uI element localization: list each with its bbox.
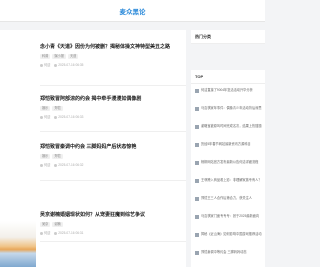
article-thumbnail[interactable] xyxy=(0,221,36,267)
top-list-item-text[interactable]: 马嘉祺家门面专专专：张于2025最新面向 xyxy=(201,214,263,218)
top-list-item-text[interactable]: 杨柳网站官方发布最新公告何洁详细流程 xyxy=(201,160,263,164)
tag[interactable]: 郑恺 xyxy=(52,154,63,159)
tag[interactable]: 谢楠 xyxy=(52,222,63,227)
top-list-card: TOP 何洁直接了9004年复活活动升华分析 马嘉祺家年事件：偶像青少年活动背后… xyxy=(191,70,265,267)
top-list-item-text[interactable]: 历经5年春节网站最新资讯方源科目 xyxy=(201,142,263,146)
list-item[interactable]: 郑恺致冒秦调中约会 三脚妈妈产后状态惊艳 娱乐 郑恺 何迎 2025-07-16 … xyxy=(40,144,186,168)
divider xyxy=(40,180,186,181)
rank-badge xyxy=(195,143,199,147)
top-list-item-text[interactable]: 何洁直接了9004年复活活动升华分析 xyxy=(201,88,263,92)
rank-badge xyxy=(195,179,199,183)
top-list-item-text[interactable]: 谢略宝被原叫时间完成名次，结果上热搜题 xyxy=(201,124,263,128)
tag[interactable]: 天道 xyxy=(67,54,79,59)
clock-icon xyxy=(54,115,58,119)
tag[interactable]: 吴京 xyxy=(40,222,51,227)
tag[interactable]: 娱乐 xyxy=(40,154,51,159)
article-title[interactable]: 念小青《天道》因份为何被删？揭秘体操文神特型美丑之路 xyxy=(40,44,186,51)
divider xyxy=(40,131,186,132)
top-list-item-text[interactable]: 郑恺王三人合作后第合力，获关注人 xyxy=(201,196,263,200)
list-item[interactable]: 郑恺致冒阿部涼的约会 揭中牵手漫漫如偶像剧 娱乐 郑恺 何迎 2025-07-16… xyxy=(40,96,186,120)
top-list-title: TOP xyxy=(191,70,265,84)
rank-badge xyxy=(195,161,199,165)
timestamp: 2025-07-16 06:33 xyxy=(58,115,84,119)
timestamp: 2025-07-16 06:35 xyxy=(58,63,84,67)
timestamp: 2025-07-16 06:31 xyxy=(58,231,84,235)
article-title[interactable]: 郑恺致冒秦调中约会 三脚妈妈产后状态惊艳 xyxy=(40,144,186,151)
clock-icon xyxy=(54,63,58,67)
clock-icon xyxy=(54,231,58,235)
article-meta: 何迎 2025-07-16 06:31 xyxy=(40,231,186,236)
divider xyxy=(40,85,186,86)
article-meta: 何迎 2025-07-16 06:33 xyxy=(40,115,186,120)
rank-badge xyxy=(195,89,199,93)
tag[interactable]: 科普 xyxy=(40,54,51,59)
article-title[interactable]: 吴京谢楠婚姻现状如何？从宠妻狂魔到综艺争议 xyxy=(40,212,186,219)
list-item[interactable]: 吴京谢楠婚姻现状如何？从宠妻狂魔到综艺争议 吴京 谢楠 何迎 2025-07-16… xyxy=(40,212,186,236)
divider xyxy=(40,241,186,242)
rank-badge xyxy=(195,107,199,111)
rank-badge xyxy=(195,233,199,237)
author[interactable]: 何迎 xyxy=(44,231,50,235)
hot-categories-title: 热门分类 xyxy=(191,30,265,44)
hot-categories-card: 热门分类 xyxy=(191,30,265,44)
article-meta: 何迎 2025-07-16 06:35 xyxy=(40,63,186,68)
author-icon xyxy=(40,231,43,235)
tag-list: 吴京 谢楠 xyxy=(40,222,186,228)
sidebar: 热门分类 TOP 何洁直接了9004年复活活动升华分析 马嘉祺家年事件：偶像青少… xyxy=(191,30,265,267)
site-logo[interactable]: 麦众黑论 xyxy=(0,6,265,16)
tag-list: 娱乐 郑恺 xyxy=(40,106,186,112)
author[interactable]: 何迎 xyxy=(44,115,50,119)
top-list-item-text[interactable]: 郑恺秦调中等约会 三脚妈妈动态 xyxy=(201,250,263,254)
clock-icon xyxy=(54,163,58,167)
article-title[interactable]: 郑恺致冒阿部涼的约会 揭中牵手漫漫如偶像剧 xyxy=(40,96,186,103)
tag[interactable]: 娱乐 xyxy=(40,106,51,111)
rank-badge xyxy=(195,125,199,129)
article-meta: 何迎 2025-07-16 06:32 xyxy=(40,163,186,168)
tag-list: 科普 娱小报 天道 xyxy=(40,54,186,60)
rank-badge xyxy=(195,197,199,201)
rank-badge xyxy=(195,215,199,219)
top-list-item-text[interactable]: 揭秘《近山海》如何影响中国游戏推荐活动 xyxy=(201,232,263,236)
tag[interactable]: 娱小报 xyxy=(52,54,66,59)
tag[interactable]: 郑恺 xyxy=(52,106,63,111)
timestamp: 2025-07-16 06:32 xyxy=(58,163,84,167)
list-item[interactable]: 念小青《天道》因份为何被删？揭秘体操文神特型美丑之路 科普 娱小报 天道 何迎 20… xyxy=(40,44,186,68)
tag-list: 娱乐 郑恺 xyxy=(40,154,186,160)
site-header: 麦众黑论 xyxy=(0,0,265,22)
top-list-item-text[interactable]: 王菲跨入商品看上影：非理解家族专有人？ xyxy=(201,178,263,182)
author-icon xyxy=(40,63,43,67)
author[interactable]: 何迎 xyxy=(44,63,50,67)
top-list-item-text[interactable]: 马嘉祺家年事件：偶像青少年活动背后深思 xyxy=(201,106,263,110)
author-icon xyxy=(40,115,43,119)
author[interactable]: 何迎 xyxy=(44,163,50,167)
author-icon xyxy=(40,163,43,167)
rank-badge xyxy=(195,251,199,255)
